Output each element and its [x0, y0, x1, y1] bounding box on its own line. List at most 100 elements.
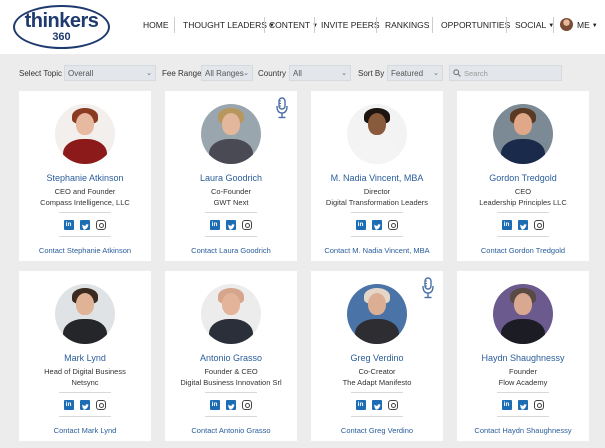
nav-divider [314, 17, 315, 33]
nav-me[interactable]: ME ▼ [577, 20, 598, 30]
sort-by-label: Sort By [358, 69, 385, 78]
user-avatar[interactable] [560, 18, 573, 31]
country-select[interactable]: All ⌄ [289, 65, 351, 81]
linkedin-icon[interactable]: in [63, 220, 74, 230]
search-input[interactable]: Search [449, 65, 562, 81]
leader-name[interactable]: Haydn Shaughnessy [457, 353, 589, 363]
photo-body [501, 319, 545, 344]
leader-photo[interactable] [55, 284, 115, 344]
leader-photo[interactable] [347, 104, 407, 164]
instagram-icon[interactable] [242, 220, 253, 230]
nav-thought-leaders[interactable]: THOUGHT LEADERS ▼ [183, 20, 275, 30]
linkedin-icon[interactable]: in [501, 400, 512, 410]
divider [59, 416, 111, 417]
topic-label: Select Topic [19, 69, 62, 78]
linkedin-icon[interactable]: in [209, 220, 220, 230]
photo-face [76, 293, 94, 315]
thinkers360-logo[interactable]: thinkers 360 [13, 5, 110, 49]
contact-link[interactable]: Contact Antonio Grasso [165, 426, 297, 435]
leader-photo[interactable] [201, 284, 261, 344]
twitter-icon[interactable] [80, 400, 90, 410]
linkedin-icon[interactable]: in [355, 400, 366, 410]
leader-name[interactable]: Mark Lynd [19, 353, 151, 363]
photo-face [222, 113, 240, 135]
leader-photo[interactable] [493, 104, 553, 164]
instagram-icon[interactable] [388, 220, 399, 230]
leader-title: Founder [509, 367, 537, 376]
contact-link[interactable]: Contact Mark Lynd [19, 426, 151, 435]
twitter-icon[interactable] [518, 220, 528, 230]
leader-photo[interactable] [493, 284, 553, 344]
linkedin-icon[interactable]: in [63, 400, 74, 410]
contact-link[interactable]: Contact M. Nadia Vincent, MBA [311, 246, 443, 255]
twitter-icon[interactable] [372, 220, 382, 230]
chevron-down-icon: ⌄ [433, 70, 439, 77]
leader-photo[interactable] [201, 104, 261, 164]
leader-card[interactable]: Stephanie Atkinson CEO and Founder Compa… [19, 91, 151, 261]
twitter-icon[interactable] [518, 400, 528, 410]
leader-name[interactable]: M. Nadia Vincent, MBA [311, 173, 443, 183]
photo-face [76, 113, 94, 135]
contact-link[interactable]: Contact Gordon Tredgold [457, 246, 589, 255]
photo-body [209, 319, 253, 344]
divider [351, 416, 403, 417]
leader-photo[interactable] [347, 284, 407, 344]
caret-down-icon: ▼ [591, 23, 598, 29]
twitter-icon[interactable] [226, 220, 236, 230]
instagram-icon[interactable] [534, 400, 545, 410]
chevron-down-icon: ⌄ [243, 70, 249, 77]
leader-card[interactable]: M. Nadia Vincent, MBA Director Digital T… [311, 91, 443, 261]
contact-link[interactable]: Contact Haydn Shaughnessy [457, 426, 589, 435]
top-header: thinkers 360 HOME THOUGHT LEADERS ▼ CONTE… [0, 0, 605, 54]
instagram-icon[interactable] [388, 400, 399, 410]
instagram-icon[interactable] [534, 220, 545, 230]
topic-select[interactable]: Overall ⌄ [64, 65, 156, 81]
divider [59, 236, 111, 237]
linkedin-icon[interactable]: in [355, 220, 366, 230]
leader-card[interactable]: Gordon Tredgold CEO Leadership Principle… [457, 91, 589, 261]
leader-name[interactable]: Stephanie Atkinson [19, 173, 151, 183]
leader-organization: GWT Next [213, 198, 249, 207]
leader-title: Founder & CEO [204, 367, 258, 376]
nav-content[interactable]: CONTENT ▼ [269, 20, 318, 30]
contact-link[interactable]: Contact Greg Verdino [311, 426, 443, 435]
linkedin-icon[interactable]: in [209, 400, 220, 410]
divider [59, 212, 111, 213]
twitter-icon[interactable] [80, 220, 90, 230]
leader-card[interactable]: Laura Goodrich Co-Founder GWT Next in Co… [165, 91, 297, 261]
instagram-icon[interactable] [242, 400, 253, 410]
nav-opportunities[interactable]: OPPORTUNITIES [441, 20, 510, 30]
photo-face [368, 293, 386, 315]
divider [205, 212, 257, 213]
nav-home[interactable]: HOME [143, 20, 169, 30]
leader-name[interactable]: Greg Verdino [311, 353, 443, 363]
fee-range-select[interactable]: All Ranges ⌄ [201, 65, 253, 81]
photo-face [514, 113, 532, 135]
leader-title: Co-Creator [358, 367, 396, 376]
leader-card[interactable]: Haydn Shaughnessy Founder Flow Academy i… [457, 271, 589, 441]
instagram-icon[interactable] [96, 400, 107, 410]
twitter-icon[interactable] [226, 400, 236, 410]
leader-card[interactable]: Greg Verdino Co-Creator The Adapt Manife… [311, 271, 443, 441]
leader-name[interactable]: Laura Goodrich [165, 173, 297, 183]
leader-card[interactable]: Mark Lynd Head of Digital Business Netsy… [19, 271, 151, 441]
leader-name[interactable]: Gordon Tredgold [457, 173, 589, 183]
leader-title: CEO and Founder [54, 187, 116, 196]
leader-organization: Netsync [71, 378, 99, 387]
leader-name[interactable]: Antonio Grasso [165, 353, 297, 363]
contact-link[interactable]: Contact Stephanie Atkinson [19, 246, 151, 255]
nav-invite-peers[interactable]: INVITE PEERS [321, 20, 380, 30]
nav-social[interactable]: SOCIAL ▼ [515, 20, 554, 30]
leader-organization: Digital Business Innovation Srl [180, 378, 282, 387]
instagram-icon[interactable] [96, 220, 107, 230]
photo-body [209, 139, 253, 164]
contact-link[interactable]: Contact Laura Goodrich [165, 246, 297, 255]
linkedin-icon[interactable]: in [501, 220, 512, 230]
leader-card[interactable]: Antonio Grasso Founder & CEO Digital Bus… [165, 271, 297, 441]
nav-rankings[interactable]: RANKINGS [385, 20, 429, 30]
caret-down-icon: ▼ [312, 23, 319, 29]
sort-by-select[interactable]: Featured ⌄ [387, 65, 443, 81]
leader-organization: Compass Intelligence, LLC [40, 198, 130, 207]
leader-photo[interactable] [55, 104, 115, 164]
twitter-icon[interactable] [372, 400, 382, 410]
